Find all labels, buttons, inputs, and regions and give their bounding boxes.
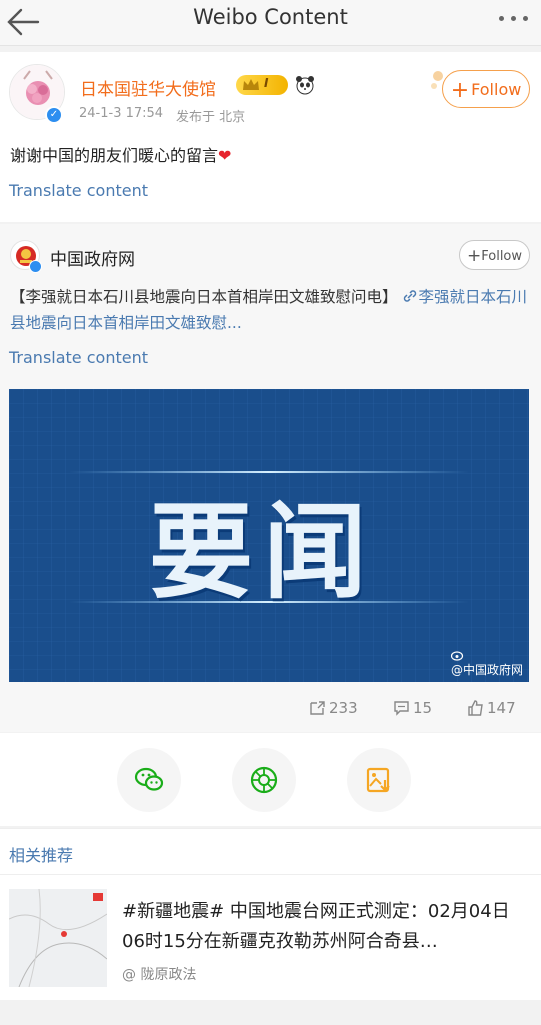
- repost-icon: [310, 701, 325, 715]
- verified-badge-icon: ✓: [45, 106, 63, 124]
- save-image-icon: [366, 767, 390, 793]
- page-title: Weibo Content: [193, 5, 348, 29]
- repost-text: 【李强就日本石川县地震向日本首相岸田文雄致慰问电】 李强就日本石川县地震向日本首…: [10, 284, 535, 336]
- translate-repost-link[interactable]: Translate content: [9, 348, 148, 367]
- repost-body: 【李强就日本石川县地震向日本首相岸田文雄致慰问电】: [10, 288, 398, 306]
- more-dot: [511, 16, 516, 21]
- weibo-logo-icon: [450, 651, 464, 661]
- related-source[interactable]: @ 陇原政法: [122, 964, 196, 984]
- follow-button[interactable]: + Follow: [442, 70, 530, 108]
- save-image-button[interactable]: [347, 748, 411, 812]
- repost-follow-label: Follow: [481, 249, 523, 264]
- post-source: 发布于 北京: [176, 110, 246, 125]
- news-image-text: 要闻: [149, 491, 378, 613]
- related-heading: 相关推荐: [9, 846, 74, 865]
- follow-label: Follow: [471, 80, 522, 99]
- bottom-strip: [0, 1000, 541, 1025]
- member-badge-icon: I: [236, 75, 288, 95]
- post-text: 谢谢中国的朋友们暖心的留言❤: [10, 142, 231, 166]
- image-watermark: @中国政府网: [450, 649, 523, 678]
- plus-icon: +: [466, 246, 482, 266]
- repost-count: 233: [329, 699, 358, 717]
- wechat-share-button[interactable]: [117, 748, 181, 812]
- related-heading-bar: 相关推荐: [0, 828, 541, 874]
- more-dot: [523, 16, 528, 21]
- heart-emoji: ❤: [218, 146, 232, 165]
- share-row: [0, 733, 541, 826]
- moments-share-button[interactable]: [232, 748, 296, 812]
- post-username[interactable]: 日本国驻华大使馆: [80, 75, 216, 100]
- more-dots-icon: [499, 16, 504, 21]
- wechat-icon: [134, 767, 164, 791]
- watermark-text: @中国政府网: [450, 663, 523, 677]
- moments-icon: [250, 766, 278, 794]
- repost-count-button[interactable]: 233: [309, 699, 358, 717]
- post-timestamp: 24-1-3 17:54: [79, 106, 164, 121]
- badge-level: I: [264, 76, 269, 90]
- repost-author[interactable]: 中国政府网: [50, 245, 135, 270]
- post-body: 谢谢中国的朋友们暖心的留言: [10, 146, 219, 165]
- repost-follow-button[interactable]: +Follow: [459, 240, 530, 270]
- translate-post-link[interactable]: Translate content: [9, 181, 148, 200]
- like-count-button[interactable]: 147: [467, 699, 516, 717]
- related-item[interactable]: #新疆地震# 中国地震台网正式测定：02月04日06时15分在新疆克孜勒苏州阿合…: [0, 874, 541, 1000]
- panda-icon: [296, 76, 314, 95]
- more-button[interactable]: [497, 14, 531, 26]
- crown-icon: [243, 79, 259, 90]
- related-title: #新疆地震# 中国地震台网正式测定：02月04日06时15分在新疆克孜勒苏州阿合…: [122, 901, 510, 952]
- comment-count: 15: [413, 699, 433, 717]
- top-bar: Weibo Content: [0, 0, 541, 46]
- gov-verified-icon: [29, 260, 42, 273]
- comment-icon: [394, 701, 409, 716]
- related-map-thumbnail: [9, 889, 107, 987]
- news-image[interactable]: 要闻 @中国政府网: [9, 389, 529, 682]
- comment-count-button[interactable]: 15: [393, 699, 432, 717]
- plus-icon: +: [450, 78, 470, 103]
- like-count: 147: [487, 699, 516, 717]
- map-icon: [9, 889, 107, 987]
- link-icon: [404, 290, 417, 302]
- thumbs-up-icon: [468, 700, 483, 716]
